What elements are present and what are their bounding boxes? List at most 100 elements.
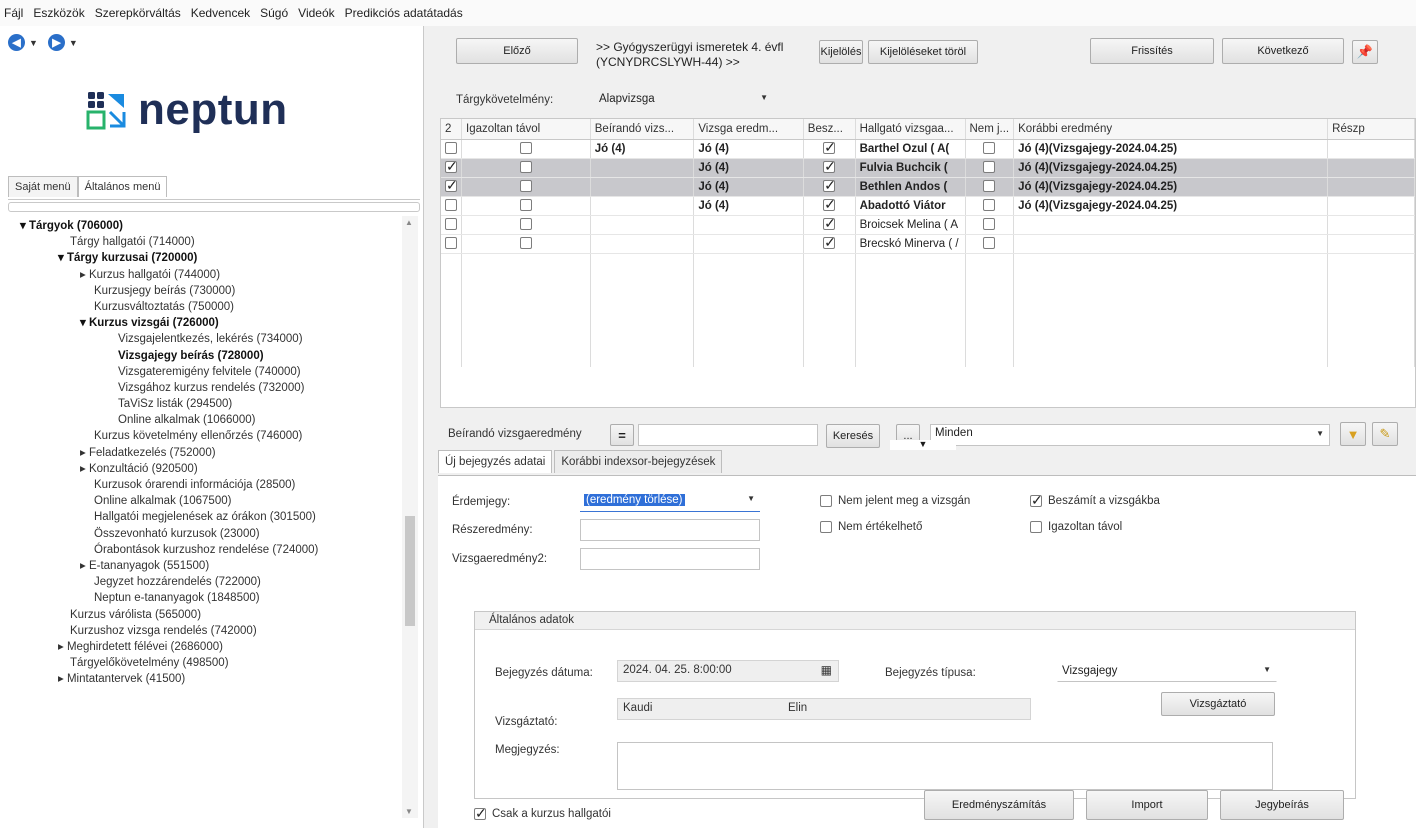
import-button[interactable]: Import: [1086, 790, 1208, 820]
counts-checkbox[interactable]: [823, 158, 836, 175]
tree-item[interactable]: ▸ Feladatkezelés (752000): [8, 445, 404, 461]
tree-item[interactable]: Vizsgához kurzus rendelés (732000): [8, 380, 404, 396]
next-button[interactable]: Következő: [1222, 38, 1344, 64]
tree-item[interactable]: Jegyzet hozzárendelés (722000): [8, 574, 404, 590]
calendar-icon[interactable]: ▦: [821, 663, 832, 677]
row-select-checkbox[interactable]: [445, 218, 457, 231]
tree-scroll-thumb[interactable]: [405, 516, 415, 626]
examiner-button[interactable]: Vizsgáztató: [1161, 692, 1275, 716]
tree-item[interactable]: Kurzushoz vizsga rendelés (742000): [8, 623, 404, 639]
no-show-checkbox[interactable]: [983, 199, 996, 212]
menu-tools[interactable]: Eszközök: [33, 6, 84, 20]
entry-date-input[interactable]: 2024. 04. 25. 8:00:00 ▦: [617, 660, 839, 682]
row-select-checkbox[interactable]: [445, 177, 458, 194]
counts-checkbox[interactable]: [823, 177, 836, 194]
tab-own-menu[interactable]: Saját menü: [8, 176, 78, 197]
excused-checkbox[interactable]: [519, 199, 532, 212]
tree-item[interactable]: ▸ Konzultáció (920500): [8, 461, 404, 477]
tree-item[interactable]: Kurzusok órarendi információja (28500): [8, 477, 404, 493]
tree-item[interactable]: Összevonható kurzusok (23000): [8, 526, 404, 542]
tree-item[interactable]: Kurzusjegy beírás (730000): [8, 283, 404, 299]
tree-item[interactable]: Vizsgateremigény felvitele (740000): [8, 364, 404, 380]
tree-item[interactable]: Online alkalmak (1066000): [8, 412, 404, 428]
tab-previous-entries[interactable]: Korábbi indexsor-bejegyzések: [554, 450, 723, 473]
counts-checkbox[interactable]: [823, 215, 836, 232]
table-row[interactable]: Jó (4) Bethlen Andos (Jó (4)(Vizsgajegy-2…: [441, 177, 1415, 197]
excused-checkbox[interactable]: [519, 237, 532, 250]
menu-file[interactable]: Fájl: [4, 6, 23, 20]
counts-checkbox[interactable]: [823, 234, 836, 251]
scroll-up-icon[interactable]: ▲: [405, 218, 413, 227]
scroll-down-icon[interactable]: ▼: [405, 807, 413, 816]
tab-new-entry[interactable]: Új bejegyzés adatai: [438, 450, 553, 473]
excused-checkbox[interactable]: Igazoltan távol: [1030, 521, 1122, 533]
excused-checkbox[interactable]: [519, 180, 532, 193]
tab-general-menu[interactable]: Általános menü: [77, 176, 168, 197]
excused-box[interactable]: [1030, 521, 1042, 533]
exam-result2-input[interactable]: [580, 548, 760, 570]
row-select-checkbox[interactable]: [445, 158, 458, 175]
pin-icon[interactable]: 📌: [1352, 40, 1378, 64]
tree-item[interactable]: Online alkalmak (1067500): [8, 493, 404, 509]
tree-item[interactable]: Kurzusváltoztatás (750000): [8, 299, 404, 315]
tree-filter-input[interactable]: [8, 202, 420, 212]
back-arrow-icon[interactable]: ◀: [8, 34, 25, 51]
header-no-show[interactable]: Nem j...: [965, 119, 1015, 140]
row-select-checkbox[interactable]: [445, 237, 457, 250]
no-show-box[interactable]: [820, 495, 832, 507]
tree-item[interactable]: Vizsgajegy beírás (728000): [8, 348, 404, 364]
tree-item[interactable]: Órabontások kurzushoz rendelése (724000): [8, 542, 404, 558]
partial-result-input[interactable]: [580, 519, 760, 541]
tree-item[interactable]: ▸ Mintatantervek (41500): [8, 671, 404, 687]
header-previous-result[interactable]: Korábbi eredmény: [1013, 119, 1329, 140]
forward-dropdown-icon[interactable]: ▼: [69, 38, 78, 48]
no-show-checkbox[interactable]: [983, 142, 996, 155]
excused-checkbox[interactable]: [519, 218, 532, 231]
unmark-button[interactable]: Kijelöléseket töröl: [868, 40, 978, 64]
refresh-button[interactable]: Frissítés: [1090, 38, 1214, 64]
menu-help[interactable]: Súgó: [260, 6, 288, 20]
no-show-checkbox[interactable]: [983, 161, 996, 174]
write-grades-button[interactable]: Jegybeírás: [1220, 790, 1344, 820]
tree-item[interactable]: ▸ Kurzus hallgatói (744000): [8, 267, 404, 283]
tree-item[interactable]: ▸ Meghirdetett félévei (2686000): [8, 639, 404, 655]
search-button[interactable]: Keresés: [826, 424, 880, 448]
counts-checkbox[interactable]: [823, 139, 836, 156]
table-row[interactable]: Jó (4) Abadottó Viátor Jó (4)(Vizsgajegy-2…: [441, 196, 1415, 216]
tree-item[interactable]: ▸ E-tananyagok (551500): [8, 558, 404, 574]
row-select-checkbox[interactable]: [445, 142, 457, 155]
scope-select[interactable]: Minden ▼: [930, 424, 1330, 446]
tree-scrollbar[interactable]: ▲ ▼: [402, 216, 418, 818]
tree-item[interactable]: Vizsgajelentkezés, lekérés (734000): [8, 331, 404, 347]
menu-videos[interactable]: Videók: [298, 6, 334, 20]
table-row[interactable]: Brecskó Minerva ( /: [441, 234, 1415, 254]
row-select-checkbox[interactable]: [445, 199, 457, 212]
not-assessable-checkbox[interactable]: Nem értékelhető: [820, 521, 922, 533]
tree-item[interactable]: ▾ Kurzus vizsgái (726000): [8, 315, 404, 331]
counts-checkbox[interactable]: Beszámít a vizsgákba: [1030, 492, 1160, 509]
clear-filter-icon[interactable]: ✎: [1372, 422, 1398, 446]
counts-checkbox[interactable]: [823, 196, 836, 213]
counts-box[interactable]: [1030, 492, 1043, 509]
excused-checkbox[interactable]: [519, 161, 532, 174]
menu-role-switch[interactable]: Szerepkörváltás: [95, 6, 181, 20]
tree-item[interactable]: Neptun e-tananyagok (1848500): [8, 590, 404, 606]
mark-button[interactable]: Kijelölés: [819, 40, 863, 64]
filter-icon[interactable]: ▼: [1340, 422, 1366, 446]
tree-item[interactable]: ▾ Tárgy kurzusai (720000): [8, 250, 404, 266]
no-show-checkbox[interactable]: [983, 180, 996, 193]
no-show-checkbox[interactable]: Nem jelent meg a vizsgán: [820, 495, 970, 507]
tree-item[interactable]: Kurzus várólista (565000): [8, 607, 404, 623]
menu-prediction[interactable]: Predikciós adatátadás: [345, 6, 463, 20]
prev-button[interactable]: Előző: [456, 38, 578, 64]
no-show-checkbox[interactable]: [983, 237, 996, 250]
only-course-students-box[interactable]: [474, 805, 487, 822]
header-exam-result[interactable]: Vizsga eredm...: [693, 119, 804, 140]
tree-item[interactable]: Tárgy hallgatói (714000): [8, 234, 404, 250]
header-excused[interactable]: Igazoltan távol: [461, 119, 591, 140]
grade-select[interactable]: (eredmény törlése) ▼: [580, 492, 760, 512]
back-dropdown-icon[interactable]: ▼: [29, 38, 38, 48]
tree-item[interactable]: Hallgatói megjelenések az órákon (301500…: [8, 509, 404, 525]
tree-item[interactable]: ▾ Tárgyok (706000): [8, 218, 404, 234]
tree-item[interactable]: Tárgyelőkövetelmény (498500): [8, 655, 404, 671]
